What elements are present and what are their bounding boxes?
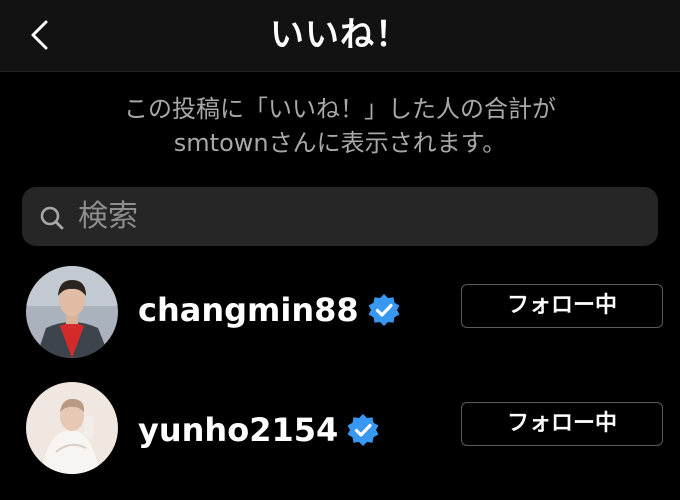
search-input[interactable]	[78, 192, 638, 240]
notice-line-1: この投稿に「いいね！」した人の合計が	[124, 95, 556, 123]
following-button[interactable]: フォロー中	[461, 284, 663, 328]
profile-photo	[26, 382, 118, 474]
user-list-item[interactable]: changmin88 フォロー中	[0, 264, 680, 360]
profile-photo	[26, 266, 118, 358]
verified-badge-icon	[368, 294, 400, 326]
likes-visibility-notice: この投稿に「いいね！」した人の合計が smtownさんに表示されます。	[20, 92, 660, 160]
notice-line-2: smtownさんに表示されます。	[173, 129, 507, 157]
username-text: yunho2154	[138, 411, 339, 449]
username-text: changmin88	[138, 291, 359, 329]
avatar[interactable]	[26, 382, 118, 474]
verified-badge-icon	[347, 414, 379, 446]
avatar[interactable]	[26, 266, 118, 358]
search-icon	[40, 206, 64, 230]
username[interactable]: changmin88	[138, 290, 401, 330]
user-list-item[interactable]: yunho2154 フォロー中	[0, 382, 680, 478]
following-button[interactable]: フォロー中	[461, 402, 663, 446]
page-title: いいね！	[270, 15, 410, 55]
username[interactable]: yunho2154	[138, 410, 380, 450]
top-nav-bar: いいね！	[0, 0, 680, 72]
